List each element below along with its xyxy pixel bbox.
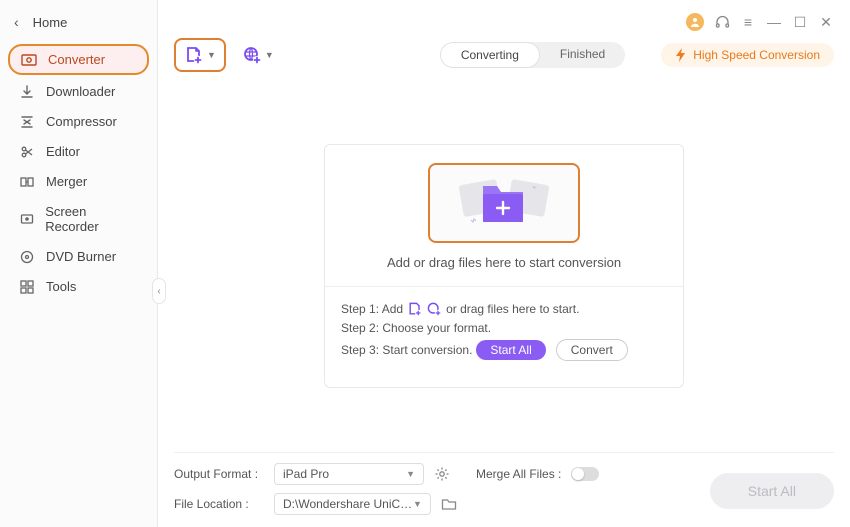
avatar-icon[interactable] <box>686 13 704 31</box>
step-3: Step 3: Start conversion. Start All Conv… <box>341 339 667 361</box>
folder-icon[interactable] <box>441 497 457 511</box>
sidebar-item-tools[interactable]: Tools <box>8 273 149 300</box>
tab-converting[interactable]: Converting <box>440 42 540 68</box>
add-file-icon <box>407 301 423 317</box>
sidebar-item-label: DVD Burner <box>46 249 116 264</box>
window-controls: ≡ — ☐ ✕ <box>174 10 834 34</box>
divider <box>325 286 683 287</box>
scissors-icon <box>18 145 36 159</box>
drop-card: Add or drag files here to start conversi… <box>324 144 684 388</box>
high-speed-button[interactable]: High Speed Conversion <box>661 43 834 67</box>
sidebar-item-label: Merger <box>46 174 87 189</box>
sidebar-item-editor[interactable]: Editor <box>8 138 149 165</box>
main-panel: ≡ — ☐ ✕ ▼ ▼ Converting Finished High Spe… <box>158 0 850 527</box>
gear-icon[interactable] <box>434 466 450 482</box>
home-row: ‹ Home <box>0 8 157 40</box>
toolbar: ▼ ▼ Converting Finished High Speed Conve… <box>174 38 834 72</box>
start-all-pill-button[interactable]: Start All <box>476 340 545 360</box>
start-all-button[interactable]: Start All <box>710 473 834 509</box>
chevron-down-icon: ▼ <box>207 50 216 60</box>
add-file-button[interactable]: ▼ <box>174 38 226 72</box>
add-url-icon <box>426 301 442 317</box>
sidebar-item-downloader[interactable]: Downloader <box>8 78 149 105</box>
home-label[interactable]: Home <box>33 15 68 30</box>
sidebar-item-label: Compressor <box>46 114 117 129</box>
sidebar-item-label: Converter <box>48 52 105 67</box>
add-url-icon <box>242 45 262 65</box>
high-speed-label: High Speed Conversion <box>693 48 820 62</box>
sidebar-item-compressor[interactable]: Compressor <box>8 108 149 135</box>
output-format-label: Output Format : <box>174 467 264 481</box>
step-1: Step 1: Add or drag files here to start. <box>341 301 667 317</box>
disc-icon <box>18 250 36 264</box>
sidebar: ‹ Home Converter Downloader Compressor E… <box>0 0 158 527</box>
bolt-icon <box>675 48 687 62</box>
sidebar-item-label: Screen Recorder <box>45 204 139 234</box>
back-icon[interactable]: ‹ <box>14 14 19 30</box>
folder-plus-icon <box>449 172 559 234</box>
menu-icon[interactable]: ≡ <box>740 14 756 30</box>
file-location-label: File Location : <box>174 497 264 511</box>
output-format-select[interactable]: iPad Pro ▼ <box>274 463 424 485</box>
tab-finished[interactable]: Finished <box>540 42 625 68</box>
chevron-down-icon: ▼ <box>265 50 274 60</box>
recorder-icon <box>18 212 35 226</box>
close-icon[interactable]: ✕ <box>818 14 834 30</box>
tabs: Converting Finished <box>440 42 625 68</box>
minimize-icon[interactable]: — <box>766 14 782 30</box>
sidebar-item-label: Downloader <box>46 84 115 99</box>
sidebar-item-merger[interactable]: Merger <box>8 168 149 195</box>
add-url-button[interactable]: ▼ <box>234 40 282 70</box>
merge-toggle[interactable] <box>571 467 599 481</box>
converter-icon <box>20 53 38 67</box>
drop-text: Add or drag files here to start conversi… <box>387 255 621 270</box>
grid-icon <box>18 280 36 294</box>
file-location-select[interactable]: D:\Wondershare UniConverter 1 ▼ <box>274 493 431 515</box>
sidebar-item-dvd-burner[interactable]: DVD Burner <box>8 243 149 270</box>
footer: Output Format : iPad Pro ▼ Merge All Fil… <box>174 452 834 515</box>
center-area: Add or drag files here to start conversi… <box>174 84 834 452</box>
headset-icon[interactable] <box>714 14 730 30</box>
compressor-icon <box>18 115 36 129</box>
download-icon <box>18 85 36 99</box>
add-file-icon <box>184 45 204 65</box>
drop-zone[interactable] <box>428 163 580 243</box>
sidebar-item-label: Tools <box>46 279 76 294</box>
chevron-down-icon: ▼ <box>413 499 422 509</box>
maximize-icon[interactable]: ☐ <box>792 14 808 30</box>
merge-label: Merge All Files : <box>476 467 561 481</box>
merger-icon <box>18 175 36 189</box>
sidebar-item-screen-recorder[interactable]: Screen Recorder <box>8 198 149 240</box>
sidebar-item-label: Editor <box>46 144 80 159</box>
sidebar-item-converter[interactable]: Converter <box>8 44 149 75</box>
convert-pill-button[interactable]: Convert <box>556 339 628 361</box>
chevron-down-icon: ▼ <box>406 469 415 479</box>
step-2: Step 2: Choose your format. <box>341 321 667 335</box>
